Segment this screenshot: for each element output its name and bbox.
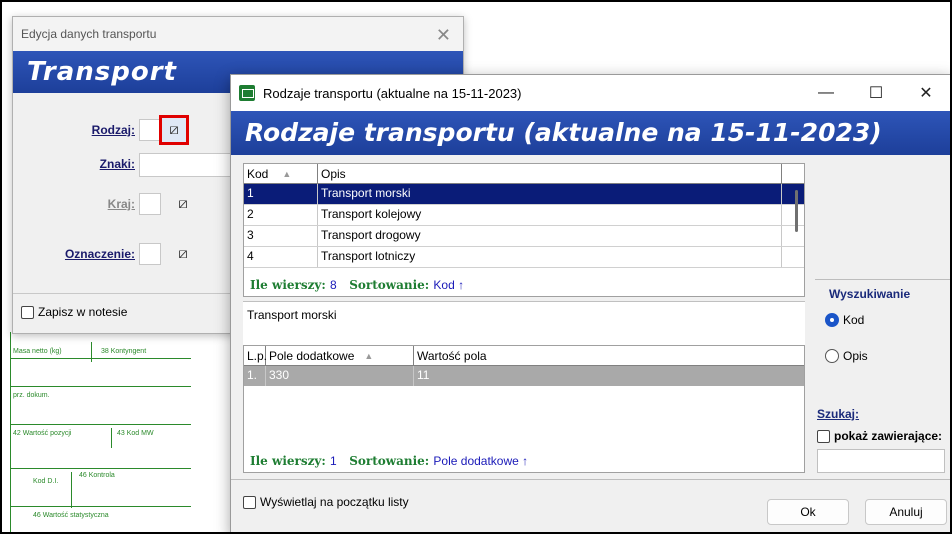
cell-kod: 1 — [244, 184, 318, 204]
oznaczenie-label: Oznaczenie: — [64, 247, 135, 261]
radio-label: Kod — [843, 313, 865, 327]
cell-opis: Transport morski — [318, 184, 782, 204]
title-bar: Rodzaje transportu (aktualne na 15-11-20… — [231, 75, 950, 111]
rows-label: Ile wierszy: — [250, 454, 326, 468]
close-icon[interactable]: ✕ — [436, 25, 451, 46]
checkbox-box[interactable] — [817, 429, 830, 443]
header-label: Opis — [321, 166, 346, 181]
transport-grid[interactable]: Kod ▲ Opis 1 Transport morski 2 Transpor… — [243, 163, 805, 297]
checkbox-box[interactable] — [243, 495, 256, 509]
search-input[interactable] — [817, 449, 945, 473]
column-header-lp[interactable]: L.p. — [244, 346, 267, 365]
column-header-kod[interactable]: Kod ▲ — [244, 164, 318, 183]
customs-form-background: Masa netto (kg) 38 Kontyngent prz. dokum… — [10, 332, 191, 532]
kraj-label: Kraj: — [107, 197, 135, 211]
column-header-wartosc[interactable]: Wartość pola — [414, 346, 802, 365]
sort-value: Pole dodatkowe ↑ — [433, 454, 529, 468]
screen-frame: Masa netto (kg) 38 Kontyngent prz. dokum… — [0, 0, 952, 534]
radio-kod[interactable]: Kod — [825, 313, 864, 327]
znaki-label: Znaki: — [99, 157, 135, 171]
cell-kod: 4 — [244, 247, 318, 267]
close-icon[interactable]: ✕ — [901, 75, 950, 111]
zapisz-label: Zapisz w notesie — [38, 305, 128, 319]
window-controls: — ☐ ✕ — [801, 75, 950, 111]
lookup-icon[interactable]: ⧄ — [159, 115, 189, 145]
cell-lp: 1. — [244, 366, 266, 386]
radio-opis[interactable]: Opis — [825, 349, 868, 363]
extra-fields-grid[interactable]: L.p. Pole dodatkowe ▲ Wartość pola 1. 33… — [243, 345, 805, 473]
transport-types-dialog: Rodzaje transportu (aktualne na 15-11-20… — [230, 74, 950, 532]
pokaz-checkbox[interactable]: pokaż zawierające: — [817, 429, 942, 443]
cell-kod: 3 — [244, 226, 318, 246]
lookup-icon[interactable]: ⧄ — [171, 193, 195, 217]
cancel-button[interactable]: Anuluj — [865, 499, 947, 525]
wyswietlaj-checkbox[interactable]: Wyświetlaj na początku listy — [243, 495, 409, 509]
dialog-banner: Rodzaje transportu (aktualne na 15-11-20… — [231, 111, 950, 155]
maximize-icon[interactable]: ☐ — [851, 75, 901, 111]
grid-header: L.p. Pole dodatkowe ▲ Wartość pola — [244, 346, 804, 366]
column-header-opis[interactable]: Opis — [318, 164, 782, 183]
grid-status: Ile wierszy: 8 Sortowanie: Kod ↑ — [250, 278, 464, 292]
window-title: Rodzaje transportu (aktualne na 15-11-20… — [263, 85, 522, 101]
cell-wartosc: 11 — [417, 368, 430, 382]
app-icon — [239, 85, 255, 101]
table-row[interactable]: 1. 330 11 — [244, 366, 804, 386]
radio-label: Opis — [843, 349, 868, 363]
oznaczenie-field[interactable] — [139, 243, 161, 265]
rodzaj-label: Rodzaj: — [91, 123, 135, 137]
grid-status: Ile wierszy: 1 Sortowanie: Pole dodatkow… — [250, 454, 528, 468]
sort-value: Kod ↑ — [433, 278, 465, 292]
checkbox-box[interactable] — [21, 305, 34, 319]
table-row[interactable]: 3 Transport drogowy — [244, 226, 804, 247]
sort-label: Sortowanie: — [349, 454, 430, 468]
sort-label: Sortowanie: — [349, 278, 430, 292]
wyswietlaj-label: Wyświetlaj na początku listy — [260, 495, 409, 509]
rows-label: Ile wierszy: — [250, 278, 326, 292]
description-panel: Transport morski — [243, 301, 805, 345]
cell-opis: Transport kolejowy — [318, 205, 782, 225]
divider — [815, 279, 950, 280]
sort-asc-icon: ▲ — [282, 168, 292, 179]
form-cell: 46 Kontrola — [79, 472, 115, 479]
table-row[interactable]: 2 Transport kolejowy — [244, 205, 804, 226]
pokaz-label: pokaż zawierające: — [834, 429, 943, 443]
column-header-pole[interactable]: Pole dodatkowe ▲ — [266, 346, 414, 365]
radio-button[interactable] — [825, 313, 839, 327]
form-cell: Masa netto (kg) — [13, 348, 62, 355]
szukaj-label: Szukaj: — [817, 407, 860, 421]
zapisz-checkbox[interactable]: Zapisz w notesie — [21, 305, 127, 319]
table-row[interactable]: 4 Transport lotniczy — [244, 247, 804, 268]
rows-value: 1 — [330, 454, 337, 468]
search-section-title: Wyszukiwanie — [829, 287, 911, 301]
table-row[interactable]: 1 Transport morski — [244, 184, 804, 205]
radio-button[interactable] — [825, 349, 839, 363]
cell-pole: 330 — [266, 366, 414, 386]
dialog-title: Edycja danych transportu — [13, 17, 463, 51]
form-cell: 38 Kontyngent — [101, 348, 147, 355]
grid-header: Kod ▲ Opis — [244, 164, 804, 184]
form-cell: Kod D.I. — [33, 478, 59, 485]
cell-kod: 2 — [244, 205, 318, 225]
cell-opis: Transport drogowy — [318, 226, 782, 246]
scrollbar[interactable] — [795, 190, 798, 232]
lookup-icon[interactable]: ⧄ — [171, 243, 195, 267]
form-cell: 46 Wartość statystyczna — [33, 512, 109, 519]
form-cell: 42 Wartość pozycji — [13, 430, 72, 437]
cell-opis: Transport lotniczy — [318, 247, 782, 267]
sort-asc-icon: ▲ — [364, 350, 374, 361]
minimize-icon[interactable]: — — [801, 75, 851, 111]
ok-button[interactable]: Ok — [767, 499, 849, 525]
form-cell: 43 Kod MW — [117, 430, 154, 437]
header-label: Pole dodatkowe — [269, 348, 355, 363]
divider — [231, 479, 950, 480]
rows-value: 8 — [330, 278, 337, 292]
rodzaj-field[interactable] — [139, 119, 161, 141]
form-cell: prz. dokum. — [13, 392, 50, 399]
header-label: Kod — [247, 166, 269, 181]
kraj-field[interactable] — [139, 193, 161, 215]
znaki-field[interactable] — [139, 153, 239, 177]
